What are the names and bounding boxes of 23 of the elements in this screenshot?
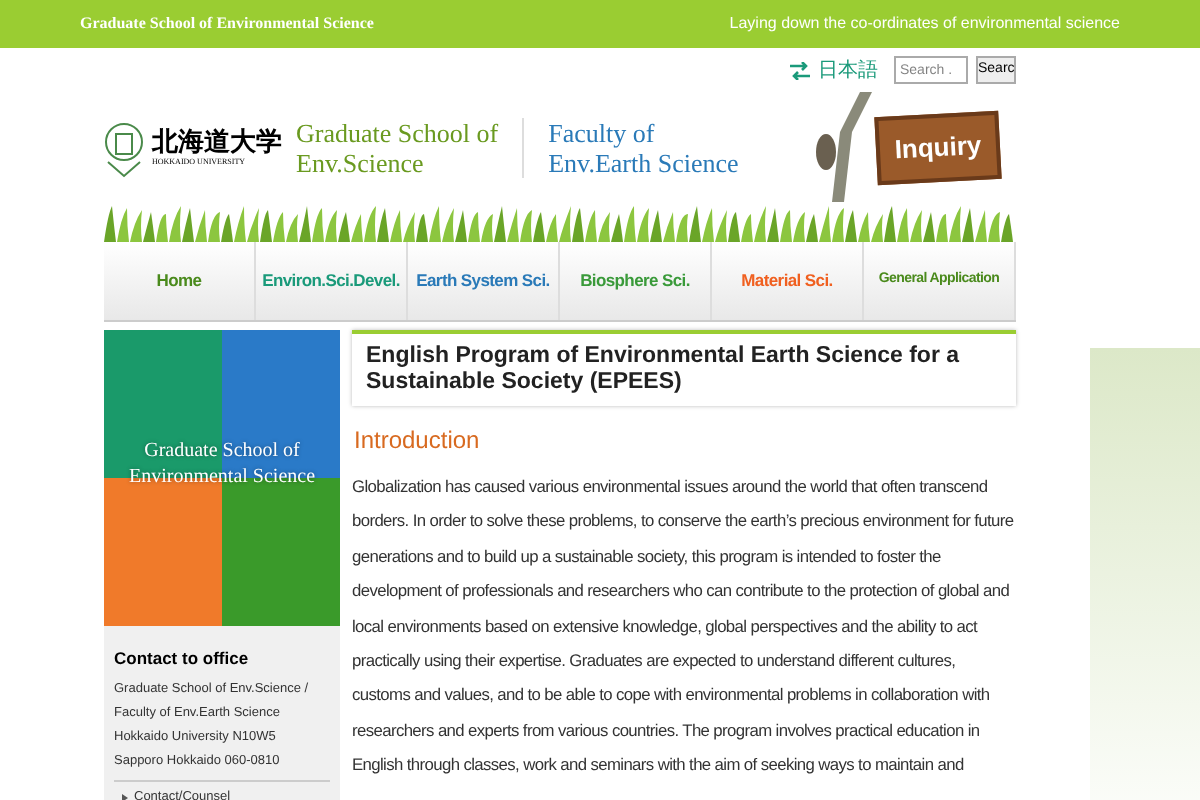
faculty-name: Faculty of xyxy=(548,117,657,147)
school-name: Graduate School of xyxy=(296,117,499,147)
university-emblem-icon xyxy=(104,117,144,177)
nav-tab[interactable]: Environ.Sci.Devel. xyxy=(256,242,408,320)
university-logo-text: 北海道大学 xyxy=(152,128,282,156)
nav-tab[interactable]: Biosphere Sci. xyxy=(560,242,712,320)
nav-tab[interactable]: Home xyxy=(104,242,256,320)
tagline: Laying down the co-ordinates of environmental science xyxy=(729,12,1120,36)
school-name: Env.Science xyxy=(296,147,426,177)
bullet-icon xyxy=(122,793,128,800)
intro-paragraph: Globalization has caused various environmental issues around the world that often transcend borders. In order to solve these problems, to conserve the earth’s precious environment for future generations and to build up a sustainable society, this program is intended to foster the development of professionals and researchers who can contribute to the protection of global and local environments based on extensive knowledge, global perspectives and the ability to act practically using their expertise. Graduates are expected to understand different cultures, customs and values, and to be able to cope with environmental problems in collaboration with researchers and experts from various countries. The program involves practical education in English through classes, work and seminars with the aim of seeking ways to maintain and xyxy=(352,474,1016,779)
language-link[interactable]: 日本語 xyxy=(818,55,878,85)
banner-text: Graduate School of xyxy=(144,438,300,464)
inquiry-sign[interactable]: Inquiry xyxy=(874,109,1002,185)
section-heading: Introduction xyxy=(354,424,482,458)
nav-tab[interactable]: Earth System Sci. xyxy=(408,242,560,320)
banner-text: Environmental Science xyxy=(128,464,316,490)
faculty-name: Env.Earth Science xyxy=(548,147,739,177)
contact-title: Contact to office xyxy=(114,646,251,672)
nav-tab[interactable]: Material Sci. xyxy=(712,242,864,320)
swap-icon xyxy=(790,61,810,79)
site-title: Graduate School of Environmental Science xyxy=(80,12,374,36)
page-title: English Program of Environmental Earth Science for a Sustainable Society (EPEES) xyxy=(366,344,962,396)
